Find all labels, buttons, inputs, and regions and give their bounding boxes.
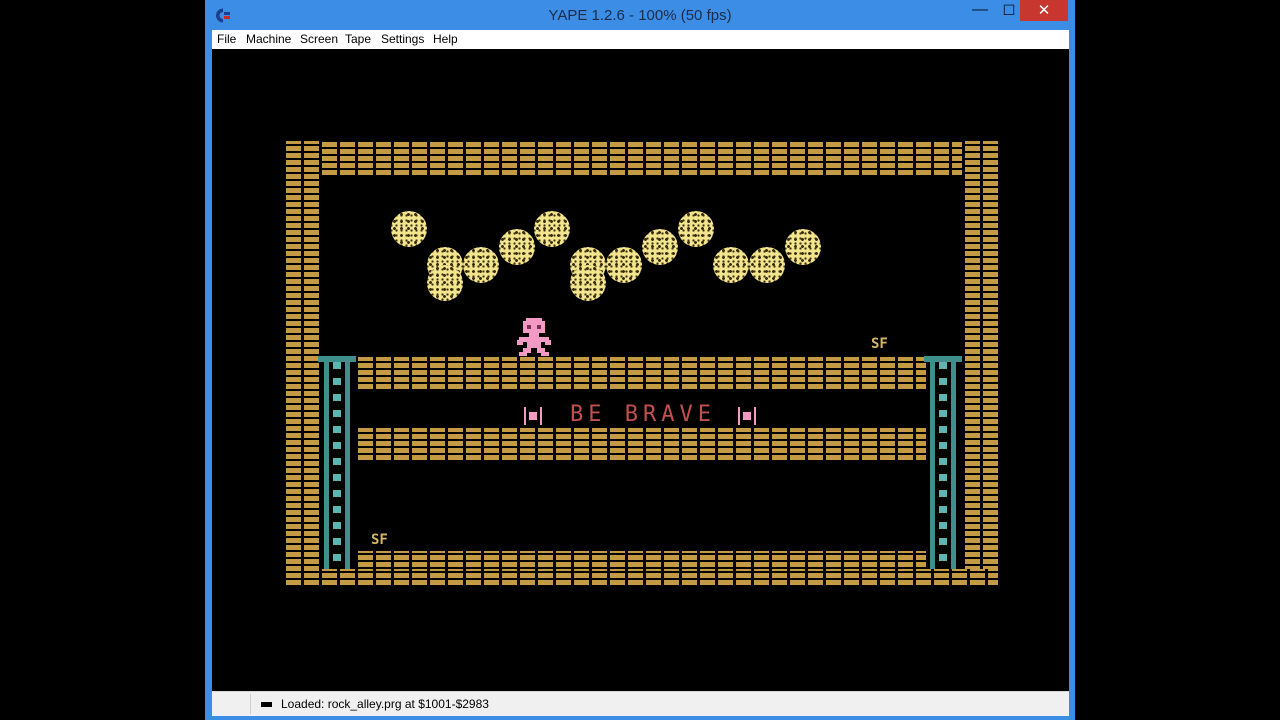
menu-settings[interactable]: Settings [381, 32, 424, 46]
maximize-button[interactable]: ◻ [996, 1, 1022, 21]
rock [678, 211, 714, 247]
rock [606, 247, 642, 283]
emulator-screen[interactable]: SF SF BE BRAVE [212, 49, 1069, 691]
player-character [517, 318, 551, 356]
upper-platform [355, 357, 926, 391]
rock [463, 247, 499, 283]
middle-platform [355, 428, 926, 462]
right-ladder [924, 356, 962, 569]
status-text: Loaded: rock_alley.prg at $1001-$2983 [281, 697, 489, 711]
status-bar: Loaded: rock_alley.prg at $1001-$2983 [212, 691, 1069, 716]
rock [570, 265, 606, 301]
minimize-button[interactable]: — [967, 1, 993, 21]
menu-bar: File Machine Screen Tape Settings Help [212, 30, 1069, 49]
rock [749, 247, 785, 283]
top-wall [283, 141, 998, 177]
menu-tape[interactable]: Tape [345, 32, 371, 46]
menu-help[interactable]: Help [433, 32, 458, 46]
bracket-icon [524, 407, 542, 425]
rock [642, 229, 678, 265]
right-wall [962, 141, 998, 587]
game-scene: SF SF BE BRAVE [212, 49, 1069, 691]
close-button[interactable]: ✕ [1020, 0, 1068, 21]
menu-machine[interactable]: Machine [246, 32, 291, 46]
rock [534, 211, 570, 247]
left-wall [283, 141, 319, 587]
status-separator [250, 694, 251, 714]
rock [713, 247, 749, 283]
left-ladder [318, 356, 356, 569]
tape-icon [261, 702, 272, 707]
floor [283, 569, 998, 587]
title-bar[interactable]: YAPE 1.2.6 - 100% (50 fps) — ◻ ✕ [205, 0, 1075, 30]
emulator-window: YAPE 1.2.6 - 100% (50 fps) — ◻ ✕ File Ma… [205, 0, 1075, 720]
sf-marker: SF [371, 532, 388, 548]
rock [391, 211, 427, 247]
banner-text: BE BRAVE [570, 402, 716, 427]
rock [427, 265, 463, 301]
rock [499, 229, 535, 265]
lower-platform [355, 551, 926, 569]
window-title: YAPE 1.2.6 - 100% (50 fps) [548, 7, 732, 24]
menu-file[interactable]: File [217, 32, 236, 46]
rock [785, 229, 821, 265]
sf-marker: SF [871, 336, 888, 352]
bracket-icon [738, 407, 756, 425]
menu-screen[interactable]: Screen [300, 32, 338, 46]
